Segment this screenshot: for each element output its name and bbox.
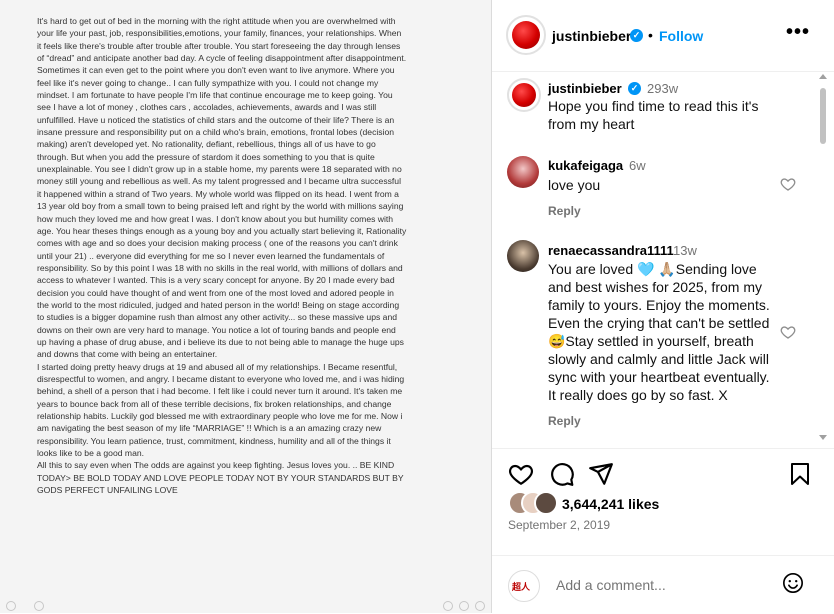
- post-image-footer: [6, 601, 485, 611]
- comment-time[interactable]: 13w: [673, 243, 697, 258]
- add-comment-bar: 超人: [492, 555, 834, 614]
- circle-icon: [6, 601, 16, 611]
- author-avatar[interactable]: [506, 15, 546, 55]
- verified-icon: ✓: [630, 29, 643, 42]
- liker-avatar: [534, 491, 558, 515]
- commenter-avatar[interactable]: [507, 240, 539, 272]
- post-image-text: It's hard to get out of bed in the morni…: [37, 16, 407, 496]
- avatar-image: [512, 21, 540, 49]
- share-icon[interactable]: [588, 461, 614, 487]
- caption-text: Hope you find time to read this it's fro…: [548, 98, 759, 132]
- post-side-panel: justinbieber ✓ • Follow ••• justinbieber…: [492, 0, 834, 613]
- post-actions: 3,644,241 likes September 2, 2019 超人: [492, 448, 834, 614]
- header-separator: •: [648, 27, 653, 43]
- post-date[interactable]: September 2, 2019: [508, 518, 610, 532]
- reply-button[interactable]: Reply: [548, 414, 581, 428]
- scroll-down-arrow[interactable]: [819, 435, 827, 440]
- comment-icon[interactable]: [549, 461, 575, 487]
- avatar-logo: 超人: [512, 582, 531, 592]
- verified-icon: ✓: [628, 82, 641, 95]
- commenter-avatar[interactable]: [507, 156, 539, 188]
- author-username[interactable]: justinbieber: [552, 28, 631, 44]
- caption-time[interactable]: 293w: [647, 81, 678, 96]
- likes-count[interactable]: 3,644,241 likes: [562, 496, 659, 512]
- comment-time[interactable]: 6w: [629, 158, 646, 173]
- circle-icon: [443, 601, 453, 611]
- more-icon[interactable]: •••: [786, 22, 810, 42]
- comment-text: You are loved 🩵 🙏🏼Sending love and best …: [548, 261, 770, 403]
- comment-username[interactable]: renaecassandra1111: [548, 243, 674, 258]
- caption-username[interactable]: justinbieber: [548, 81, 622, 96]
- comment-text: love you: [548, 177, 601, 193]
- avatar-image: [512, 83, 536, 107]
- save-icon[interactable]: [788, 461, 812, 487]
- caption-avatar[interactable]: [507, 78, 541, 112]
- commenter-avatar[interactable]: 超人: [508, 570, 540, 602]
- heart-icon[interactable]: [780, 324, 796, 340]
- reply-button[interactable]: Reply: [548, 204, 581, 218]
- emoji-icon[interactable]: [782, 572, 804, 594]
- circle-icon: [459, 601, 469, 611]
- comments-list[interactable]: justinbieber ✓ 293w Hope you find time t…: [492, 72, 834, 447]
- heart-icon[interactable]: [508, 461, 534, 487]
- scrollbar-thumb[interactable]: [820, 88, 826, 144]
- post-image[interactable]: It's hard to get out of bed in the morni…: [0, 0, 492, 613]
- instagram-post-modal: It's hard to get out of bed in the morni…: [0, 0, 834, 613]
- comment-username[interactable]: kukafeigaga: [548, 158, 623, 173]
- follow-button[interactable]: Follow: [659, 28, 703, 44]
- post-header: justinbieber ✓ • Follow •••: [492, 0, 834, 72]
- heart-icon[interactable]: [780, 176, 796, 192]
- circle-icon: [34, 601, 44, 611]
- scroll-up-arrow[interactable]: [819, 74, 827, 79]
- likers-avatars[interactable]: [508, 491, 562, 515]
- circle-icon: [475, 601, 485, 611]
- comment-input[interactable]: [554, 576, 768, 594]
